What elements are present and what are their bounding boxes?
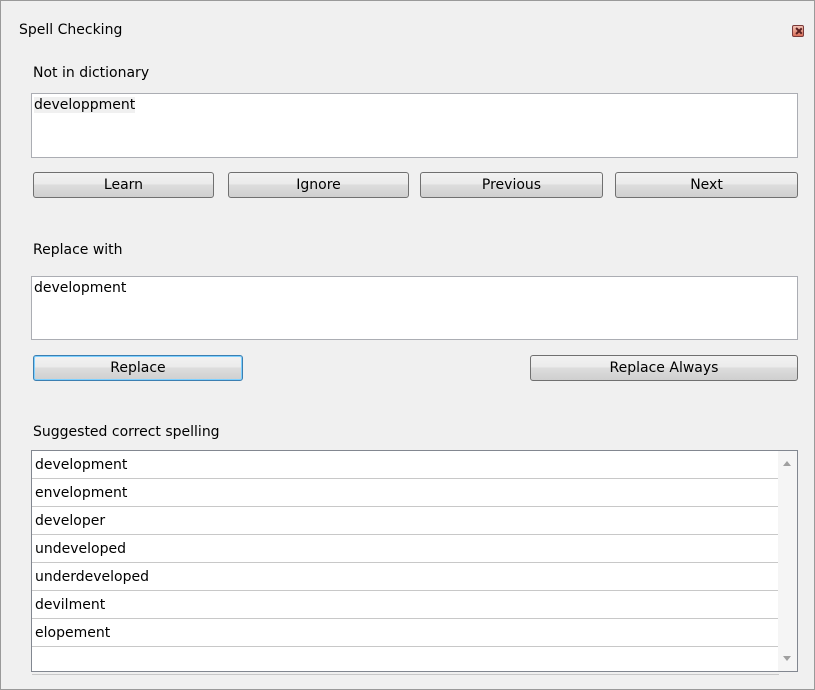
- scroll-down-arrow-icon[interactable]: [783, 656, 791, 661]
- list-item[interactable]: undeveloped: [32, 535, 779, 563]
- next-button[interactable]: Next: [615, 172, 798, 198]
- misspelled-word: developpment: [34, 97, 136, 113]
- list-item[interactable]: elopement: [32, 619, 779, 647]
- replace-with-field[interactable]: development: [31, 276, 798, 340]
- previous-button[interactable]: Previous: [420, 172, 603, 198]
- replace-with-label: Replace with: [33, 242, 123, 258]
- not-in-dictionary-label: Not in dictionary: [33, 65, 150, 81]
- replace-button[interactable]: Replace: [33, 355, 243, 381]
- list-item[interactable]: underdeveloped: [32, 563, 779, 591]
- replacement-text: development: [34, 280, 127, 296]
- vertical-scrollbar[interactable]: [778, 451, 797, 671]
- list-item[interactable]: envelopment: [32, 479, 779, 507]
- list-item[interactable]: development: [32, 451, 779, 479]
- ignore-button[interactable]: Ignore: [228, 172, 409, 198]
- suggestions-list[interactable]: development envelopment developer undeve…: [31, 450, 798, 675]
- list-item[interactable]: devilment: [32, 591, 779, 619]
- list-item[interactable]: developer: [32, 507, 779, 535]
- replace-always-button[interactable]: Replace Always: [530, 355, 798, 381]
- list-item[interactable]: [32, 647, 779, 675]
- close-icon[interactable]: [792, 25, 804, 37]
- learn-button[interactable]: Learn: [33, 172, 214, 198]
- not-in-dictionary-field[interactable]: developpment: [31, 93, 798, 158]
- dialog-title: Spell Checking: [19, 22, 123, 38]
- suggestions-label: Suggested correct spelling: [33, 424, 220, 440]
- scroll-up-arrow-icon[interactable]: [783, 461, 791, 466]
